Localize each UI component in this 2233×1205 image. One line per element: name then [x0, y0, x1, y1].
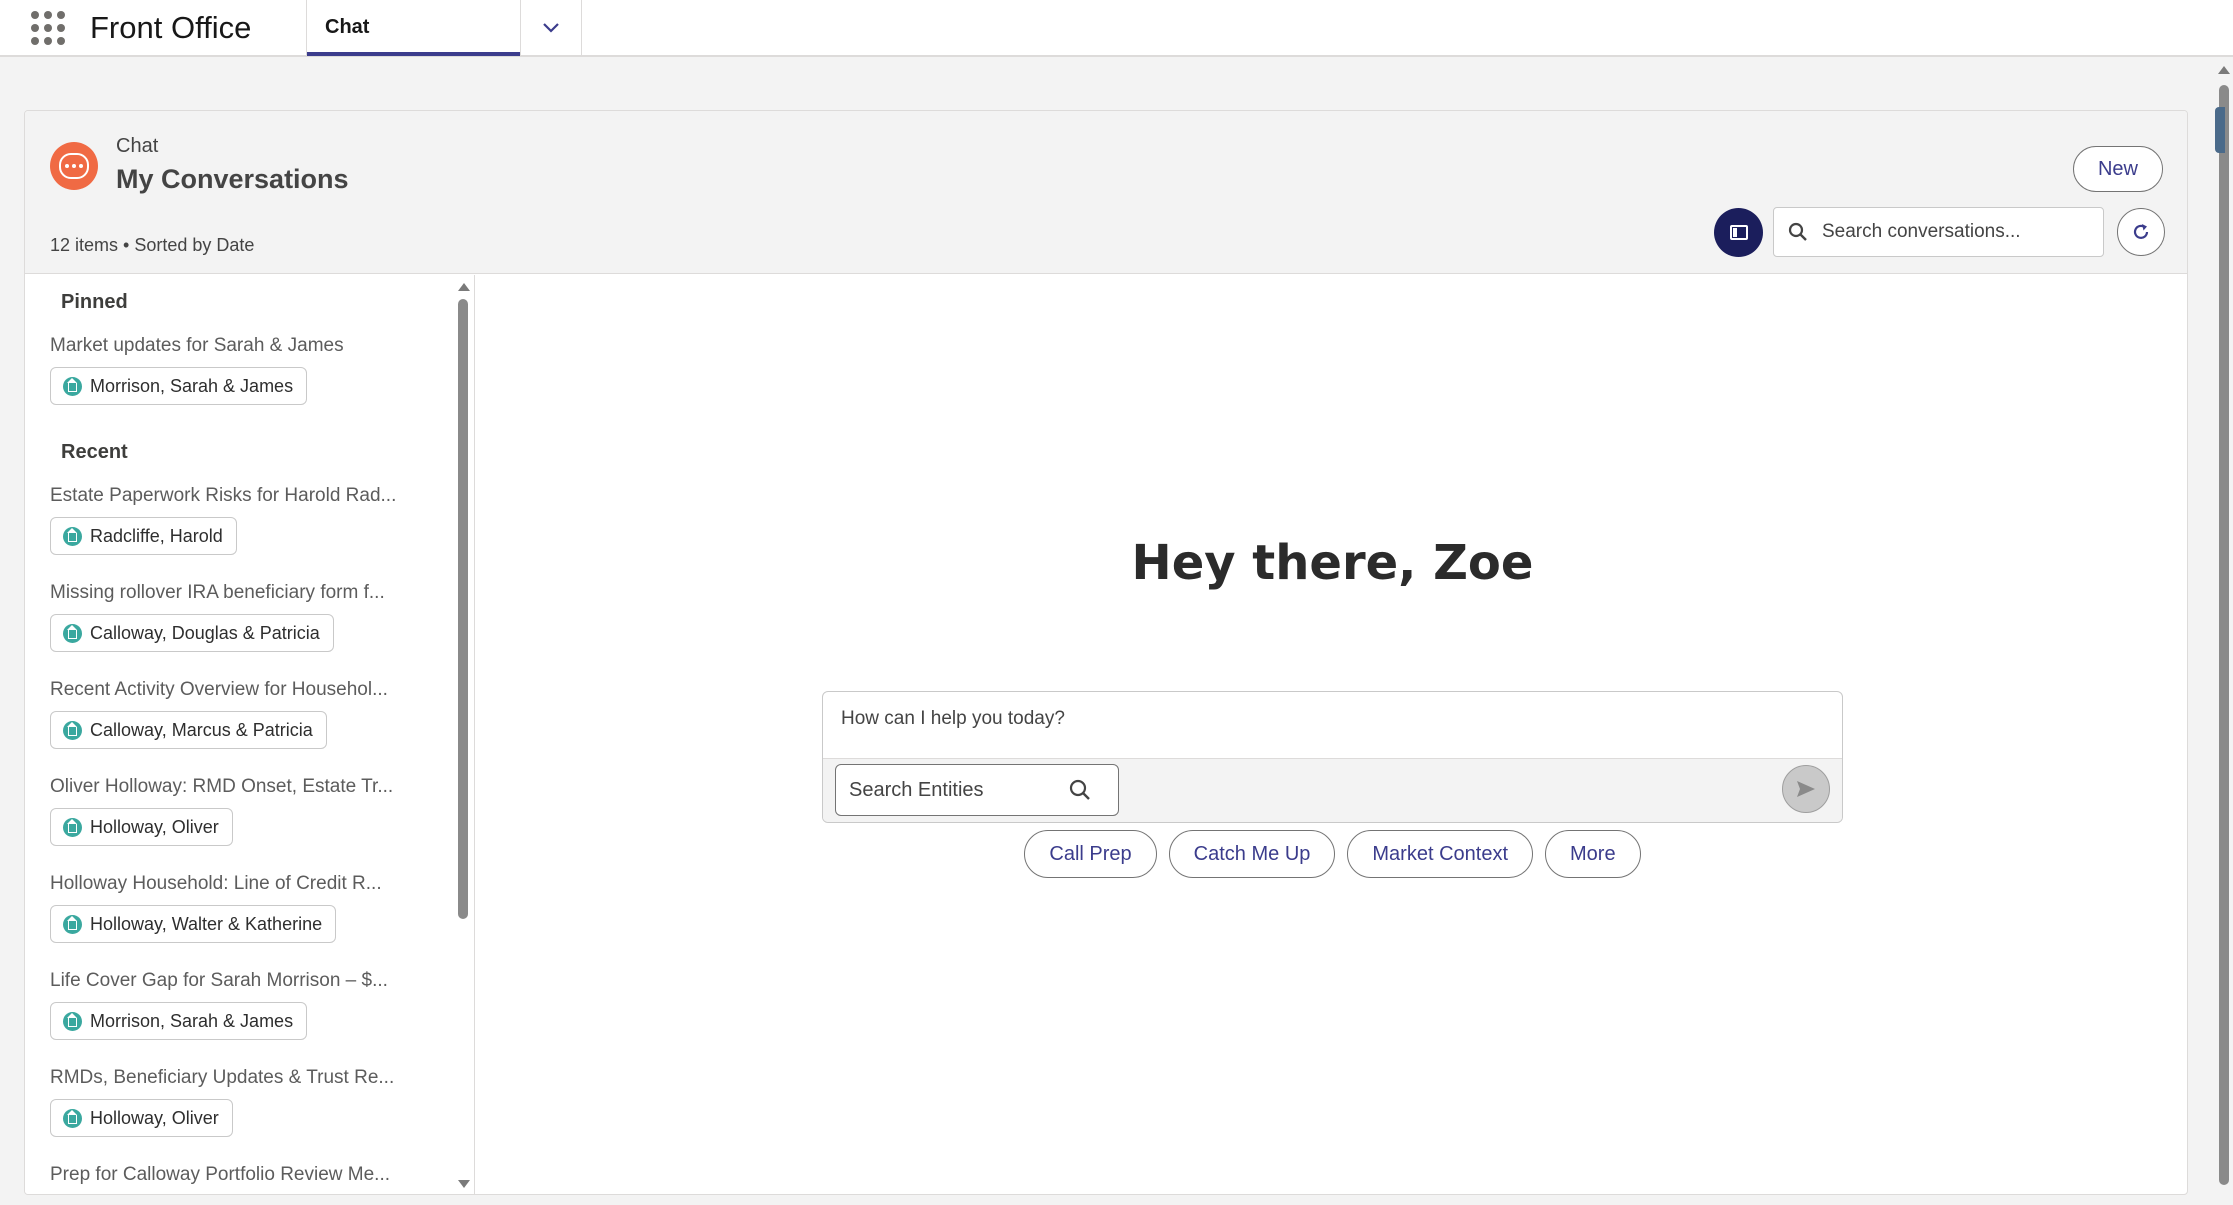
entity-chip-label: Holloway, Oliver: [90, 1107, 219, 1128]
list-item[interactable]: Missing rollover IRA beneficiary form f.…: [50, 582, 450, 652]
scrollbar-thumb[interactable]: [2219, 85, 2229, 1185]
conversation-title: Estate Paperwork Risks for Harold Rad...: [50, 485, 397, 506]
toggle-panel-button[interactable]: [1714, 208, 1763, 257]
conversations-card: Chat My Conversations 12 items • Sorted …: [24, 110, 2188, 1195]
quick-actions: Call Prep Catch Me Up Market Context Mor…: [476, 830, 2187, 878]
conversation-title: Recent Activity Overview for Househol...: [50, 679, 388, 700]
entity-chip-label: Holloway, Oliver: [90, 816, 219, 837]
catch-me-up-button[interactable]: Catch Me Up: [1168, 830, 1336, 878]
search-conversations-input[interactable]: [1822, 221, 2082, 243]
household-icon: [63, 376, 82, 396]
household-icon: [63, 1108, 82, 1128]
entity-chip[interactable]: Calloway, Marcus & Patricia: [50, 711, 327, 749]
conversation-title: Market updates for Sarah & James: [50, 335, 344, 356]
household-icon: [63, 1011, 82, 1031]
send-button[interactable]: [1782, 765, 1830, 813]
tab-menu-button[interactable]: [520, 0, 582, 56]
conversation-title: Prep for Calloway Portfolio Review Me...: [50, 1164, 391, 1185]
chevron-down-icon: [543, 22, 559, 33]
entity-search-input[interactable]: [849, 778, 1069, 802]
scrollbar-thumb[interactable]: [458, 299, 468, 919]
global-nav-bar: Front Office Chat: [0, 0, 2233, 57]
chat-prompt-input[interactable]: [841, 708, 1821, 730]
market-context-button[interactable]: Market Context: [1347, 830, 1533, 878]
page-scrollbar[interactable]: [2215, 57, 2233, 1205]
object-label: Chat: [116, 135, 159, 157]
household-icon: [63, 623, 82, 643]
send-icon: [1797, 781, 1815, 797]
entity-chip-label: Morrison, Sarah & James: [90, 1010, 294, 1031]
entity-chip[interactable]: Radcliffe, Harold: [50, 517, 237, 555]
list-scrollbar[interactable]: [453, 275, 473, 1194]
conversation-title: Oliver Holloway: RMD Onset, Estate Tr...: [50, 776, 394, 797]
call-prep-button[interactable]: Call Prep: [1024, 830, 1157, 878]
new-button[interactable]: New: [2073, 146, 2163, 192]
list-item[interactable]: RMDs, Beneficiary Updates & Trust Re... …: [50, 1067, 450, 1137]
greeting-heading: Hey there, Zoe: [1131, 535, 1534, 591]
conversation-title: Life Cover Gap for Sarah Morrison – $...: [50, 970, 388, 991]
conversation-title: Holloway Household: Line of Credit R...: [50, 873, 382, 894]
entity-chip-label: Morrison, Sarah & James: [90, 375, 294, 396]
entity-chip[interactable]: Holloway, Oliver: [50, 808, 233, 846]
app-name: Front Office: [90, 9, 252, 45]
household-icon: [63, 526, 82, 546]
scroll-up-icon[interactable]: [458, 283, 470, 291]
chat-composer: [822, 691, 1843, 823]
conversation-title: RMDs, Beneficiary Updates & Trust Re...: [50, 1067, 395, 1088]
entity-chip[interactable]: Morrison, Sarah & James: [50, 1002, 308, 1040]
entity-chip[interactable]: Holloway, Walter & Katherine: [50, 905, 337, 943]
tab-chat[interactable]: Chat: [306, 0, 520, 56]
composer-toolbar: [823, 758, 1842, 822]
entity-search-field[interactable]: [835, 764, 1119, 816]
search-icon: [1788, 222, 1807, 241]
entity-chip-label: Radcliffe, Harold: [90, 525, 223, 546]
recent-section-label: Recent: [61, 441, 128, 463]
list-item[interactable]: Life Cover Gap for Sarah Morrison – $...…: [50, 970, 450, 1040]
household-icon: [63, 817, 82, 837]
app-launcher-icon[interactable]: [28, 8, 68, 48]
entity-chip[interactable]: Morrison, Sarah & James: [50, 367, 308, 405]
list-item[interactable]: Market updates for Sarah & James Morriso…: [50, 335, 450, 405]
list-item[interactable]: Prep for Calloway Portfolio Review Me...: [50, 1164, 450, 1186]
entity-chip-label: Calloway, Marcus & Patricia: [90, 719, 313, 740]
conversation-title: Missing rollover IRA beneficiary form f.…: [50, 582, 385, 603]
pinned-section-label: Pinned: [61, 291, 128, 313]
refresh-icon: [2133, 224, 2149, 239]
list-item[interactable]: Oliver Holloway: RMD Onset, Estate Tr...…: [50, 776, 450, 846]
scroll-up-icon[interactable]: [2218, 66, 2230, 74]
search-conversations-field[interactable]: [1773, 207, 2104, 257]
chat-icon: [50, 142, 98, 190]
entity-chip-label: Calloway, Douglas & Patricia: [90, 622, 320, 643]
conversation-list: Pinned Market updates for Sarah & James …: [25, 275, 475, 1194]
entity-chip-label: Holloway, Walter & Katherine: [90, 913, 323, 934]
list-item[interactable]: Holloway Household: Line of Credit R... …: [50, 873, 450, 943]
entity-chip[interactable]: Holloway, Oliver: [50, 1099, 233, 1137]
household-icon: [63, 914, 82, 934]
search-icon[interactable]: [1069, 779, 1091, 801]
list-item[interactable]: Estate Paperwork Risks for Harold Rad...…: [50, 485, 450, 555]
page-title: My Conversations: [116, 164, 349, 194]
card-header: Chat My Conversations 12 items • Sorted …: [25, 111, 2187, 274]
panel-icon: [1729, 225, 1748, 240]
list-meta: 12 items • Sorted by Date: [50, 235, 255, 255]
side-panel-tab[interactable]: [2215, 107, 2225, 153]
household-icon: [63, 720, 82, 740]
more-button[interactable]: More: [1545, 830, 1641, 878]
refresh-button[interactable]: [2117, 208, 2165, 256]
list-item[interactable]: Recent Activity Overview for Househol...…: [50, 679, 450, 749]
entity-chip[interactable]: Calloway, Douglas & Patricia: [50, 614, 334, 652]
scroll-down-icon[interactable]: [458, 1180, 470, 1188]
